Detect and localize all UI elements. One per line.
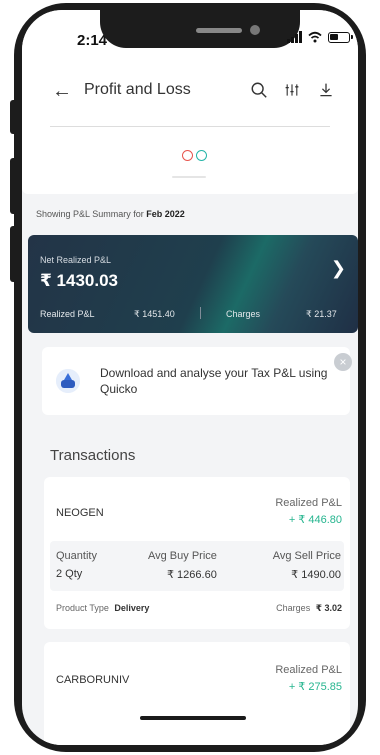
status-icons [287, 30, 353, 44]
sliders-icon[interactable] [281, 79, 303, 101]
speaker-grille [196, 28, 242, 33]
phone-screen: 2:14 ← Profit and Loss Showing P&L Summa… [22, 10, 358, 745]
app-header: ← Profit and Loss [22, 66, 358, 118]
realized-pl-label: Realized P&L [275, 497, 342, 509]
back-arrow-icon[interactable]: ← [52, 80, 72, 103]
summary-period-value: Feb 2022 [146, 209, 185, 219]
indicator-dot-red [182, 150, 193, 161]
chevron-right-icon[interactable]: ❯ [331, 258, 346, 279]
status-bar: 2:14 [22, 10, 358, 66]
quicko-logo-icon [56, 369, 80, 393]
quicko-banner[interactable]: Download and analyse your Tax P&L using … [42, 347, 352, 415]
realized-pl-value: + ₹ 446.80 [288, 514, 342, 526]
close-icon[interactable]: × [334, 353, 352, 371]
carousel-indicator [182, 150, 207, 161]
wifi-icon [308, 31, 322, 43]
transaction-charges: Charges ₹ 3.02 [276, 603, 342, 614]
avg-sell-price-label: Avg Sell Price [272, 550, 341, 562]
net-realized-card[interactable]: Net Realized P&L ₹ 1430.03 ❯ Realized P&… [28, 235, 358, 333]
divider [50, 126, 330, 127]
net-realized-label: Net Realized P&L [40, 255, 112, 265]
summary-top-panel [22, 118, 358, 194]
net-realized-value: ₹ 1430.03 [40, 271, 119, 290]
quantity-value: 2 Qty [56, 568, 83, 580]
battery-icon [328, 31, 353, 43]
product-type: Product Type Delivery [56, 603, 149, 613]
summary-period-prefix: Showing P&L Summary for [36, 209, 147, 219]
avg-buy-price-value: ₹ 1266.60 [167, 569, 217, 581]
indicator-dot-teal [196, 150, 207, 161]
transaction-card[interactable]: NEOGEN Realized P&L + ₹ 446.80 Quantity … [44, 477, 350, 629]
transactions-heading: Transactions [50, 447, 136, 464]
transaction-symbol: CARBORUNIV [56, 674, 130, 686]
page-title: Profit and Loss [84, 81, 191, 98]
charges-value: ₹ 3.02 [315, 603, 342, 613]
front-camera [250, 25, 260, 35]
transaction-symbol: NEOGEN [56, 507, 104, 519]
transaction-card[interactable]: CARBORUNIV Realized P&L + ₹ 275.85 [44, 642, 350, 745]
phone-notch [100, 10, 300, 48]
charges-value: ₹ 21.37 [306, 309, 337, 319]
quantity-label: Quantity [56, 550, 97, 562]
search-icon[interactable] [248, 79, 270, 101]
divider [200, 307, 201, 319]
avg-sell-price-value: ₹ 1490.00 [291, 569, 341, 581]
pull-handle[interactable] [172, 176, 206, 178]
summary-period-text: Showing P&L Summary for Feb 2022 [36, 209, 185, 219]
quicko-banner-text: Download and analyse your Tax P&L using … [100, 366, 328, 396]
realized-pl-label: Realized P&L [275, 664, 342, 676]
avg-buy-price-label: Avg Buy Price [148, 550, 217, 562]
charges-label: Charges [276, 603, 311, 613]
signal-icon [287, 31, 302, 43]
realized-pl-value: + ₹ 275.85 [288, 681, 342, 693]
transaction-details: Quantity 2 Qty Avg Buy Price ₹ 1266.60 A… [50, 541, 344, 591]
charges-label: Charges [226, 309, 261, 319]
download-icon[interactable] [315, 79, 337, 101]
product-type-label: Product Type [56, 603, 109, 613]
realized-label: Realized P&L [40, 309, 95, 319]
realized-value: ₹ 1451.40 [134, 309, 175, 319]
product-type-value: Delivery [114, 603, 150, 613]
home-indicator[interactable] [140, 716, 246, 720]
